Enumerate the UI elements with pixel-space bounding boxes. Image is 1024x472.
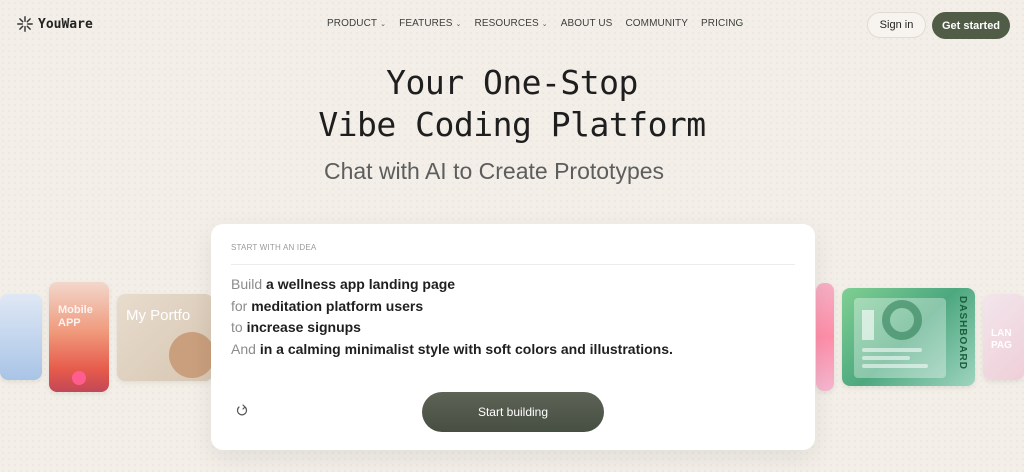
landing-card-label: LAN PAG: [991, 328, 1012, 352]
dashboard-card-label: DASHBOARD: [957, 296, 968, 370]
chevron-down-icon: ⌄: [455, 20, 462, 28]
prompt-line-lead: to: [231, 319, 243, 335]
idea-prompt-card: START WITH AN IDEA Build a wellness app …: [211, 224, 815, 450]
template-card-left-edge[interactable]: [0, 294, 42, 380]
template-card-landing-page[interactable]: LAN PAG: [983, 294, 1024, 380]
portfolio-card-illustration: [169, 332, 213, 378]
dashboard-card-ring: [882, 300, 922, 340]
nav-item-about-us[interactable]: ABOUT US: [561, 18, 613, 29]
chevron-down-icon: ⌄: [541, 20, 548, 28]
nav-item-community[interactable]: COMMUNITY: [625, 18, 688, 29]
dashboard-card-line: [862, 356, 910, 360]
landing-card-label-line2: PAG: [991, 340, 1012, 351]
nav-item-label: FEATURES: [399, 18, 453, 29]
mobile-card-label-line2: APP: [58, 317, 81, 329]
sparkle-logo-icon: [17, 16, 33, 32]
prompt-header: START WITH AN IDEA: [231, 243, 317, 252]
prompt-divider: [231, 264, 795, 265]
nav-item-product[interactable]: PRODUCT ⌄: [327, 18, 386, 29]
prompt-line-value[interactable]: in a calming minimalist style with soft …: [260, 341, 673, 357]
nav-item-pricing[interactable]: PRICING: [701, 18, 743, 29]
prompt-line-lead: And: [231, 340, 256, 357]
start-building-button[interactable]: Start building: [422, 392, 604, 432]
mobile-card-dot: [72, 371, 86, 385]
prompt-line: to increase signups: [231, 317, 673, 339]
prompt-text[interactable]: Build a wellness app landing page for me…: [231, 274, 673, 360]
prompt-line-lead: for: [231, 297, 248, 314]
nav-item-label: PRICING: [701, 18, 744, 29]
prompt-line: for meditation platform users: [231, 296, 673, 318]
dashboard-card-bar: [862, 310, 874, 340]
nav-item-resources[interactable]: RESOURCES ⌄: [475, 18, 548, 29]
sign-in-button[interactable]: Sign in: [867, 12, 926, 38]
prompt-line-value[interactable]: meditation platform users: [251, 298, 423, 314]
nav-item-features[interactable]: FEATURES ⌄: [399, 18, 461, 29]
prompt-line-value[interactable]: a wellness app landing page: [266, 276, 455, 292]
mobile-card-label: Mobile APP: [58, 304, 93, 330]
top-nav: YouWare PRODUCT ⌄ FEATURES ⌄ RESOURCES ⌄…: [0, 0, 1024, 50]
template-card-mobile-app[interactable]: Mobile APP: [49, 282, 109, 392]
prompt-line: Build a wellness app landing page: [231, 274, 673, 296]
portfolio-card-label: My Portfo: [126, 307, 191, 324]
prompt-line-value[interactable]: increase signups: [247, 319, 361, 335]
dashboard-card-line: [862, 348, 922, 352]
nav-item-label: COMMUNITY: [625, 18, 689, 29]
mobile-card-label-line1: Mobile: [58, 304, 93, 316]
brand-name: YouWare: [38, 16, 93, 32]
nav-item-label: RESOURCES: [474, 18, 539, 29]
template-card-pink[interactable]: [816, 283, 834, 391]
hero-title-line2: Vibe Coding Platform: [318, 105, 706, 144]
chevron-down-icon: ⌄: [380, 20, 387, 28]
hero-subtitle: Chat with AI to Create Prototypes: [323, 158, 665, 184]
landing-card-label-line1: LAN: [991, 328, 1012, 339]
prompt-line-lead: Build: [231, 276, 263, 292]
prompt-line: And in a calming minimalist style with s…: [231, 339, 673, 361]
get-started-button[interactable]: Get started: [932, 12, 1010, 39]
nav-menu: PRODUCT ⌄ FEATURES ⌄ RESOURCES ⌄ ABOUT U…: [327, 18, 743, 29]
template-card-portfolio[interactable]: My Portfo: [117, 294, 213, 381]
nav-item-label: ABOUT US: [560, 18, 613, 29]
nav-item-label: PRODUCT: [327, 18, 378, 29]
brand-logo[interactable]: YouWare: [16, 15, 93, 33]
hero-title: Your One-Stop Vibe Coding Platform: [0, 62, 1024, 146]
hero-title-line1: Your One-Stop: [386, 63, 638, 102]
dashboard-card-line: [862, 364, 928, 368]
template-card-dashboard[interactable]: DASHBOARD: [842, 288, 975, 386]
shuffle-icon[interactable]: [236, 404, 248, 418]
